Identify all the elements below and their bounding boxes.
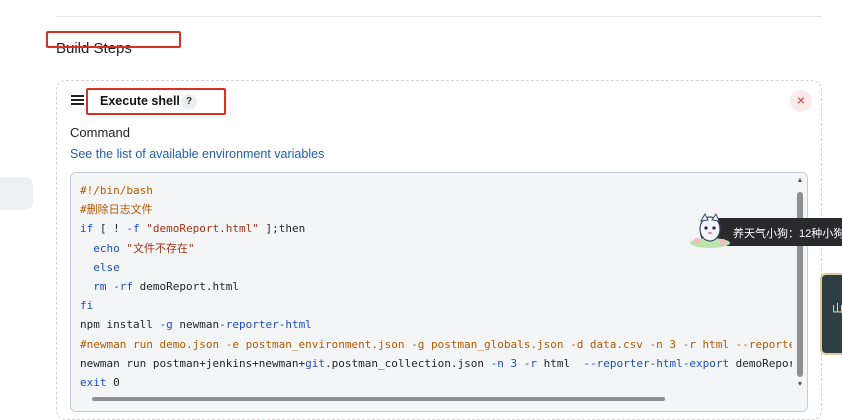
top-divider [56, 16, 822, 17]
sidebar-collapsed-item[interactable] [0, 177, 33, 210]
command-textarea[interactable]: #!/bin/bash #删除日志文件 if [ ! -f "demoReport.… [70, 172, 808, 412]
scroll-up-arrow-icon[interactable]: ▲ [795, 176, 805, 186]
env-link-prefix: See [70, 147, 96, 161]
env-variables-link[interactable]: the list of available environment variab… [96, 147, 325, 161]
drag-handle-icon[interactable] [71, 95, 84, 107]
code-line: exit 0 [80, 376, 120, 390]
delete-step-button[interactable]: × [790, 90, 812, 112]
side-card-glyph: 山 [832, 303, 842, 315]
horizontal-scroll-thumb[interactable] [92, 397, 665, 401]
code-line: rm -rf demoReport.html [93, 280, 239, 294]
code-lines: #!/bin/bash #删除日志文件 if [ ! -f "demoReport.… [80, 181, 792, 392]
code-line: newman run postman+jenkins+newman+git.po… [80, 356, 792, 370]
annotation-box-build-steps [46, 31, 181, 48]
command-label: Command [70, 125, 130, 140]
code-line: #删除日志文件 [80, 203, 153, 217]
code-line: else [93, 260, 120, 274]
code-line: #newman run demo.json -e postman_environ… [80, 337, 792, 351]
mascot-icon [690, 212, 730, 248]
floating-banner-text: 养天气小狗：12种小狗 [733, 228, 842, 240]
scroll-down-arrow-icon[interactable]: ▼ [795, 380, 805, 390]
code-line: fi [80, 299, 94, 313]
code-line: if [ ! -f "demoReport.html" ];then [80, 222, 306, 236]
annotation-box-execute-shell [86, 88, 226, 115]
code-line: npm install -g newman-reporter-html [80, 318, 312, 332]
code-line: #!/bin/bash [80, 184, 153, 197]
vertical-scrollbar[interactable]: ▲ ▼ [795, 176, 805, 391]
code-line: echo "文件不存在" [93, 241, 195, 255]
env-variables-link-row: See the list of available environment va… [70, 147, 324, 161]
